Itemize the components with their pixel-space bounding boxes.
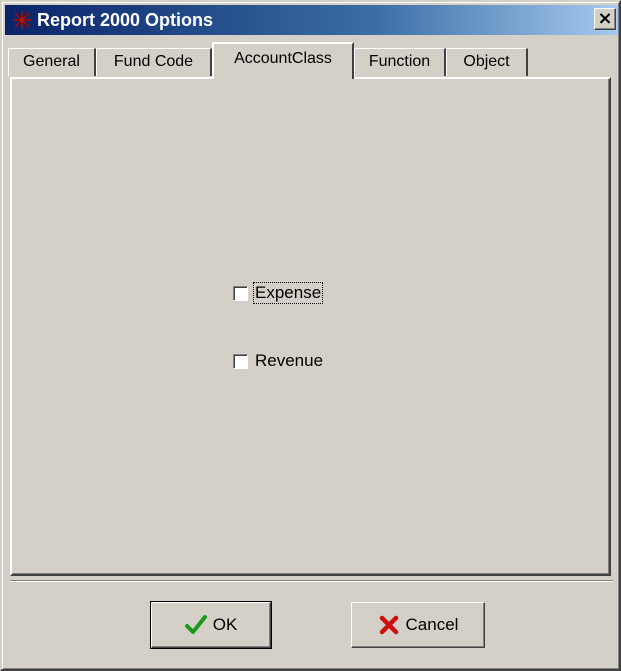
tab-label: AccountClass — [234, 50, 332, 67]
window-title: Report 2000 Options — [37, 10, 214, 30]
tab-strip: General Fund Code AccountClass Function … — [8, 42, 608, 79]
ok-label: OK — [212, 615, 238, 634]
expense-label[interactable]: Expense — [252, 282, 324, 304]
expense-checkbox[interactable] — [233, 285, 248, 301]
revenue-checkbox[interactable] — [233, 353, 248, 369]
expense-checkbox-row[interactable]: Expense — [233, 281, 324, 305]
tab-general[interactable]: General — [8, 48, 96, 76]
x-icon — [379, 615, 398, 635]
tab-label: Object — [463, 53, 510, 70]
accountclass-panel: Expense Revenue — [10, 77, 611, 576]
close-icon: × — [597, 8, 613, 29]
title-bar[interactable]: Report 2000 Options × — [5, 5, 618, 35]
app-icon — [13, 11, 31, 29]
footer-divider — [10, 580, 613, 582]
tab-label: Function — [368, 53, 431, 70]
cancel-label: Cancel — [405, 615, 459, 634]
options-dialog: Report 2000 Options × General Fund Code … — [0, 0, 621, 671]
revenue-checkbox-row[interactable]: Revenue — [233, 349, 324, 373]
tab-fund-code[interactable]: Fund Code — [96, 48, 212, 76]
ok-button[interactable]: OK — [150, 601, 272, 649]
tab-accountclass[interactable]: AccountClass — [212, 42, 354, 79]
revenue-label[interactable]: Revenue — [254, 351, 324, 371]
tab-label: Fund Code — [113, 53, 194, 70]
tab-function[interactable]: Function — [354, 48, 446, 76]
tab-object[interactable]: Object — [446, 48, 528, 76]
close-button[interactable]: × — [594, 8, 616, 30]
checkmark-icon — [184, 615, 207, 634]
tab-label: General — [23, 53, 80, 70]
cancel-button[interactable]: Cancel — [351, 602, 485, 648]
